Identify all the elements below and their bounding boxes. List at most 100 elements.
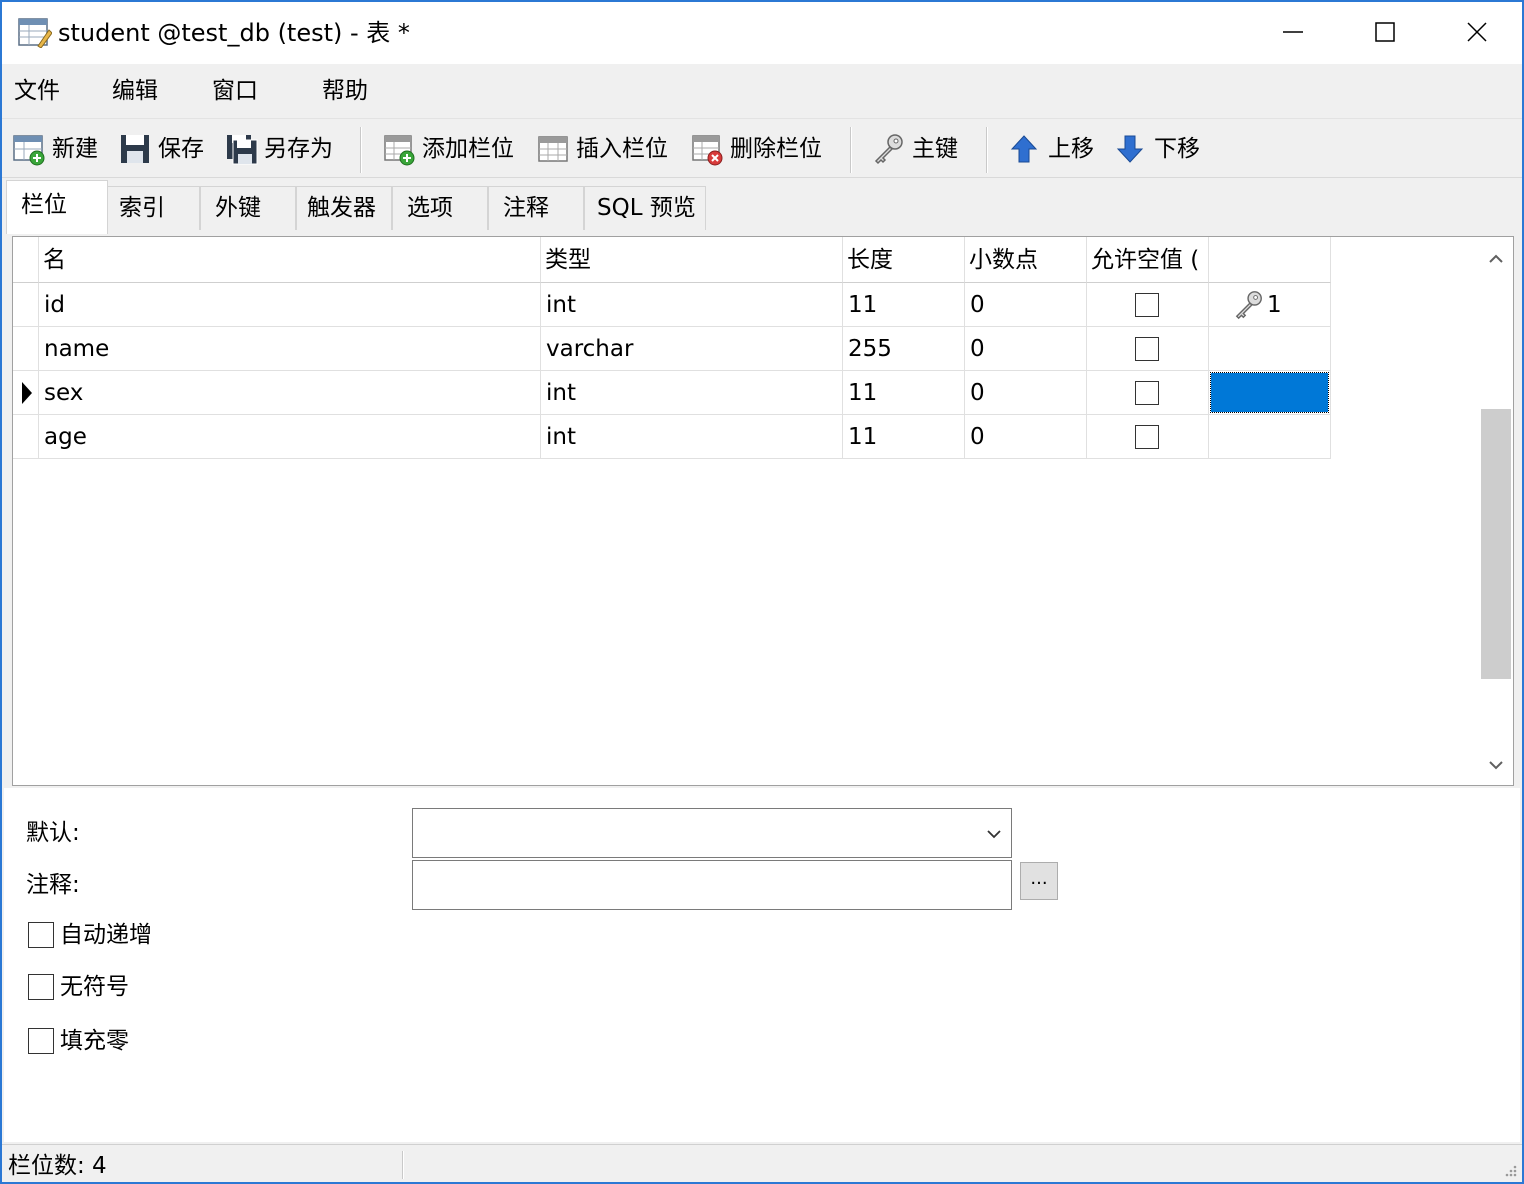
scroll-up-arrow-icon[interactable]	[1488, 251, 1504, 267]
move-down-button[interactable]: 下移	[1114, 129, 1200, 169]
tab-fields[interactable]: 栏位	[6, 180, 108, 234]
cell-type[interactable]: int	[541, 371, 843, 415]
delete-column-icon	[692, 135, 723, 166]
cell-name[interactable]: sex	[39, 371, 541, 415]
cell-allow-null[interactable]	[1087, 327, 1209, 371]
vertical-scrollbar[interactable]	[1479, 237, 1513, 785]
cell-type[interactable]: varchar	[541, 327, 843, 371]
zerofill-option[interactable]: 填充零	[28, 1026, 129, 1056]
cell-length[interactable]: 11	[843, 371, 965, 415]
resize-grip-icon[interactable]	[1502, 1162, 1518, 1178]
cell-name[interactable]: id	[39, 283, 541, 327]
menu-window[interactable]: 窗口	[212, 76, 258, 106]
cell-decimals[interactable]: 0	[965, 371, 1087, 415]
cell-decimals[interactable]: 0	[965, 415, 1087, 459]
cell-type[interactable]: int	[541, 283, 843, 327]
title-bar[interactable]: student @test_db (test) - 表 *	[2, 2, 1522, 64]
move-up-button[interactable]: 上移	[1008, 129, 1094, 169]
unsigned-checkbox[interactable]	[28, 974, 54, 1000]
table-designer-window: student @test_db (test) - 表 * 文件 编辑 窗口 帮…	[0, 0, 1524, 1184]
delete-column-button[interactable]: 删除栏位	[690, 129, 822, 169]
tab-foreign-keys[interactable]: 外键	[200, 186, 296, 230]
menu-help[interactable]: 帮助	[322, 76, 368, 106]
cell-key[interactable]	[1209, 415, 1331, 459]
menu-edit[interactable]: 编辑	[112, 76, 158, 106]
insert-column-button[interactable]: 插入栏位	[536, 129, 668, 169]
save-as-button[interactable]: 另存为	[224, 129, 333, 169]
cell-allow-null[interactable]	[1087, 415, 1209, 459]
minimize-button[interactable]	[1247, 2, 1339, 62]
cell-length[interactable]: 11	[843, 415, 965, 459]
cell-allow-null[interactable]	[1087, 371, 1209, 415]
tab-label: 触发器	[307, 195, 376, 221]
cell-type[interactable]: int	[541, 415, 843, 459]
add-column-button[interactable]: 添加栏位	[382, 129, 514, 169]
tab-label: 栏位	[21, 192, 67, 218]
new-button[interactable]: 新建	[12, 129, 98, 169]
comment-label: 注释:	[26, 872, 80, 898]
unsigned-option[interactable]: 无符号	[28, 972, 129, 1002]
insert-column-label: 插入栏位	[576, 136, 668, 162]
cell-length[interactable]: 11	[843, 283, 965, 327]
cell-name[interactable]: name	[39, 327, 541, 371]
new-table-icon	[13, 135, 45, 166]
scrollbar-thumb[interactable]	[1481, 409, 1511, 679]
row-indicator[interactable]	[13, 283, 39, 327]
allow-null-checkbox[interactable]	[1135, 293, 1159, 317]
zerofill-checkbox[interactable]	[28, 1028, 54, 1054]
maximize-button[interactable]	[1339, 2, 1431, 62]
tab-triggers[interactable]: 触发器	[296, 186, 392, 230]
primary-key-button[interactable]: 主键	[872, 129, 958, 169]
header-type[interactable]: 类型	[541, 237, 843, 283]
header-name[interactable]: 名	[39, 237, 541, 283]
default-value-combobox[interactable]	[412, 808, 1012, 858]
columns-grid[interactable]: 名 类型 长度 小数点 允许空值 ( id int 11 0 1 name va…	[12, 236, 1514, 786]
cell-decimals[interactable]: 0	[965, 283, 1087, 327]
header-length[interactable]: 长度	[843, 237, 965, 283]
comment-input[interactable]	[412, 860, 1012, 910]
tab-label: 外键	[215, 195, 261, 221]
move-down-label: 下移	[1154, 136, 1200, 162]
cell-allow-null[interactable]	[1087, 283, 1209, 327]
tab-sql-preview[interactable]: SQL 预览	[584, 186, 706, 230]
cell-key[interactable]: 1	[1209, 283, 1331, 327]
add-column-icon	[384, 135, 415, 166]
menu-file[interactable]: 文件	[14, 76, 60, 106]
auto-increment-option[interactable]: 自动递增	[28, 920, 152, 950]
auto-increment-checkbox[interactable]	[28, 922, 54, 948]
header-allow-null[interactable]: 允许空值 (	[1087, 237, 1209, 283]
row-indicator[interactable]	[13, 415, 39, 459]
row-indicator-current[interactable]	[13, 371, 39, 415]
save-as-label: 另存为	[264, 136, 333, 162]
header-decimals[interactable]: 小数点	[965, 237, 1087, 283]
tab-indexes[interactable]: 索引	[104, 186, 200, 230]
cell-key-selected[interactable]	[1209, 371, 1331, 415]
toolbar-separator	[986, 127, 988, 173]
status-separator	[402, 1151, 404, 1179]
allow-null-checkbox[interactable]	[1135, 425, 1159, 449]
delete-column-label: 删除栏位	[730, 136, 822, 162]
maximize-icon	[1375, 22, 1395, 42]
header-key[interactable]	[1209, 237, 1331, 283]
tab-comment[interactable]: 注释	[488, 186, 584, 230]
cell-decimals[interactable]: 0	[965, 327, 1087, 371]
menu-bar: 文件 编辑 窗口 帮助	[2, 64, 1522, 118]
save-label: 保存	[158, 136, 204, 162]
allow-null-checkbox[interactable]	[1135, 381, 1159, 405]
tab-strip: 栏位 索引 外键 触发器 选项 注释 SQL 预览	[2, 178, 1522, 234]
selected-cell-highlight	[1210, 372, 1329, 413]
cell-key[interactable]	[1209, 327, 1331, 371]
cell-name[interactable]: age	[39, 415, 541, 459]
scroll-down-arrow-icon[interactable]	[1488, 757, 1504, 773]
chevron-down-icon[interactable]	[985, 825, 1003, 843]
close-button[interactable]	[1431, 2, 1523, 62]
save-button[interactable]: 保存	[118, 129, 204, 169]
allow-null-checkbox[interactable]	[1135, 337, 1159, 361]
zerofill-label: 填充零	[60, 1028, 129, 1054]
row-indicator[interactable]	[13, 327, 39, 371]
comment-ellipsis-button[interactable]: ...	[1020, 862, 1058, 900]
close-icon	[1467, 22, 1487, 42]
cell-length[interactable]: 255	[843, 327, 965, 371]
header-row-indicator	[13, 237, 39, 283]
tab-options[interactable]: 选项	[392, 186, 488, 230]
